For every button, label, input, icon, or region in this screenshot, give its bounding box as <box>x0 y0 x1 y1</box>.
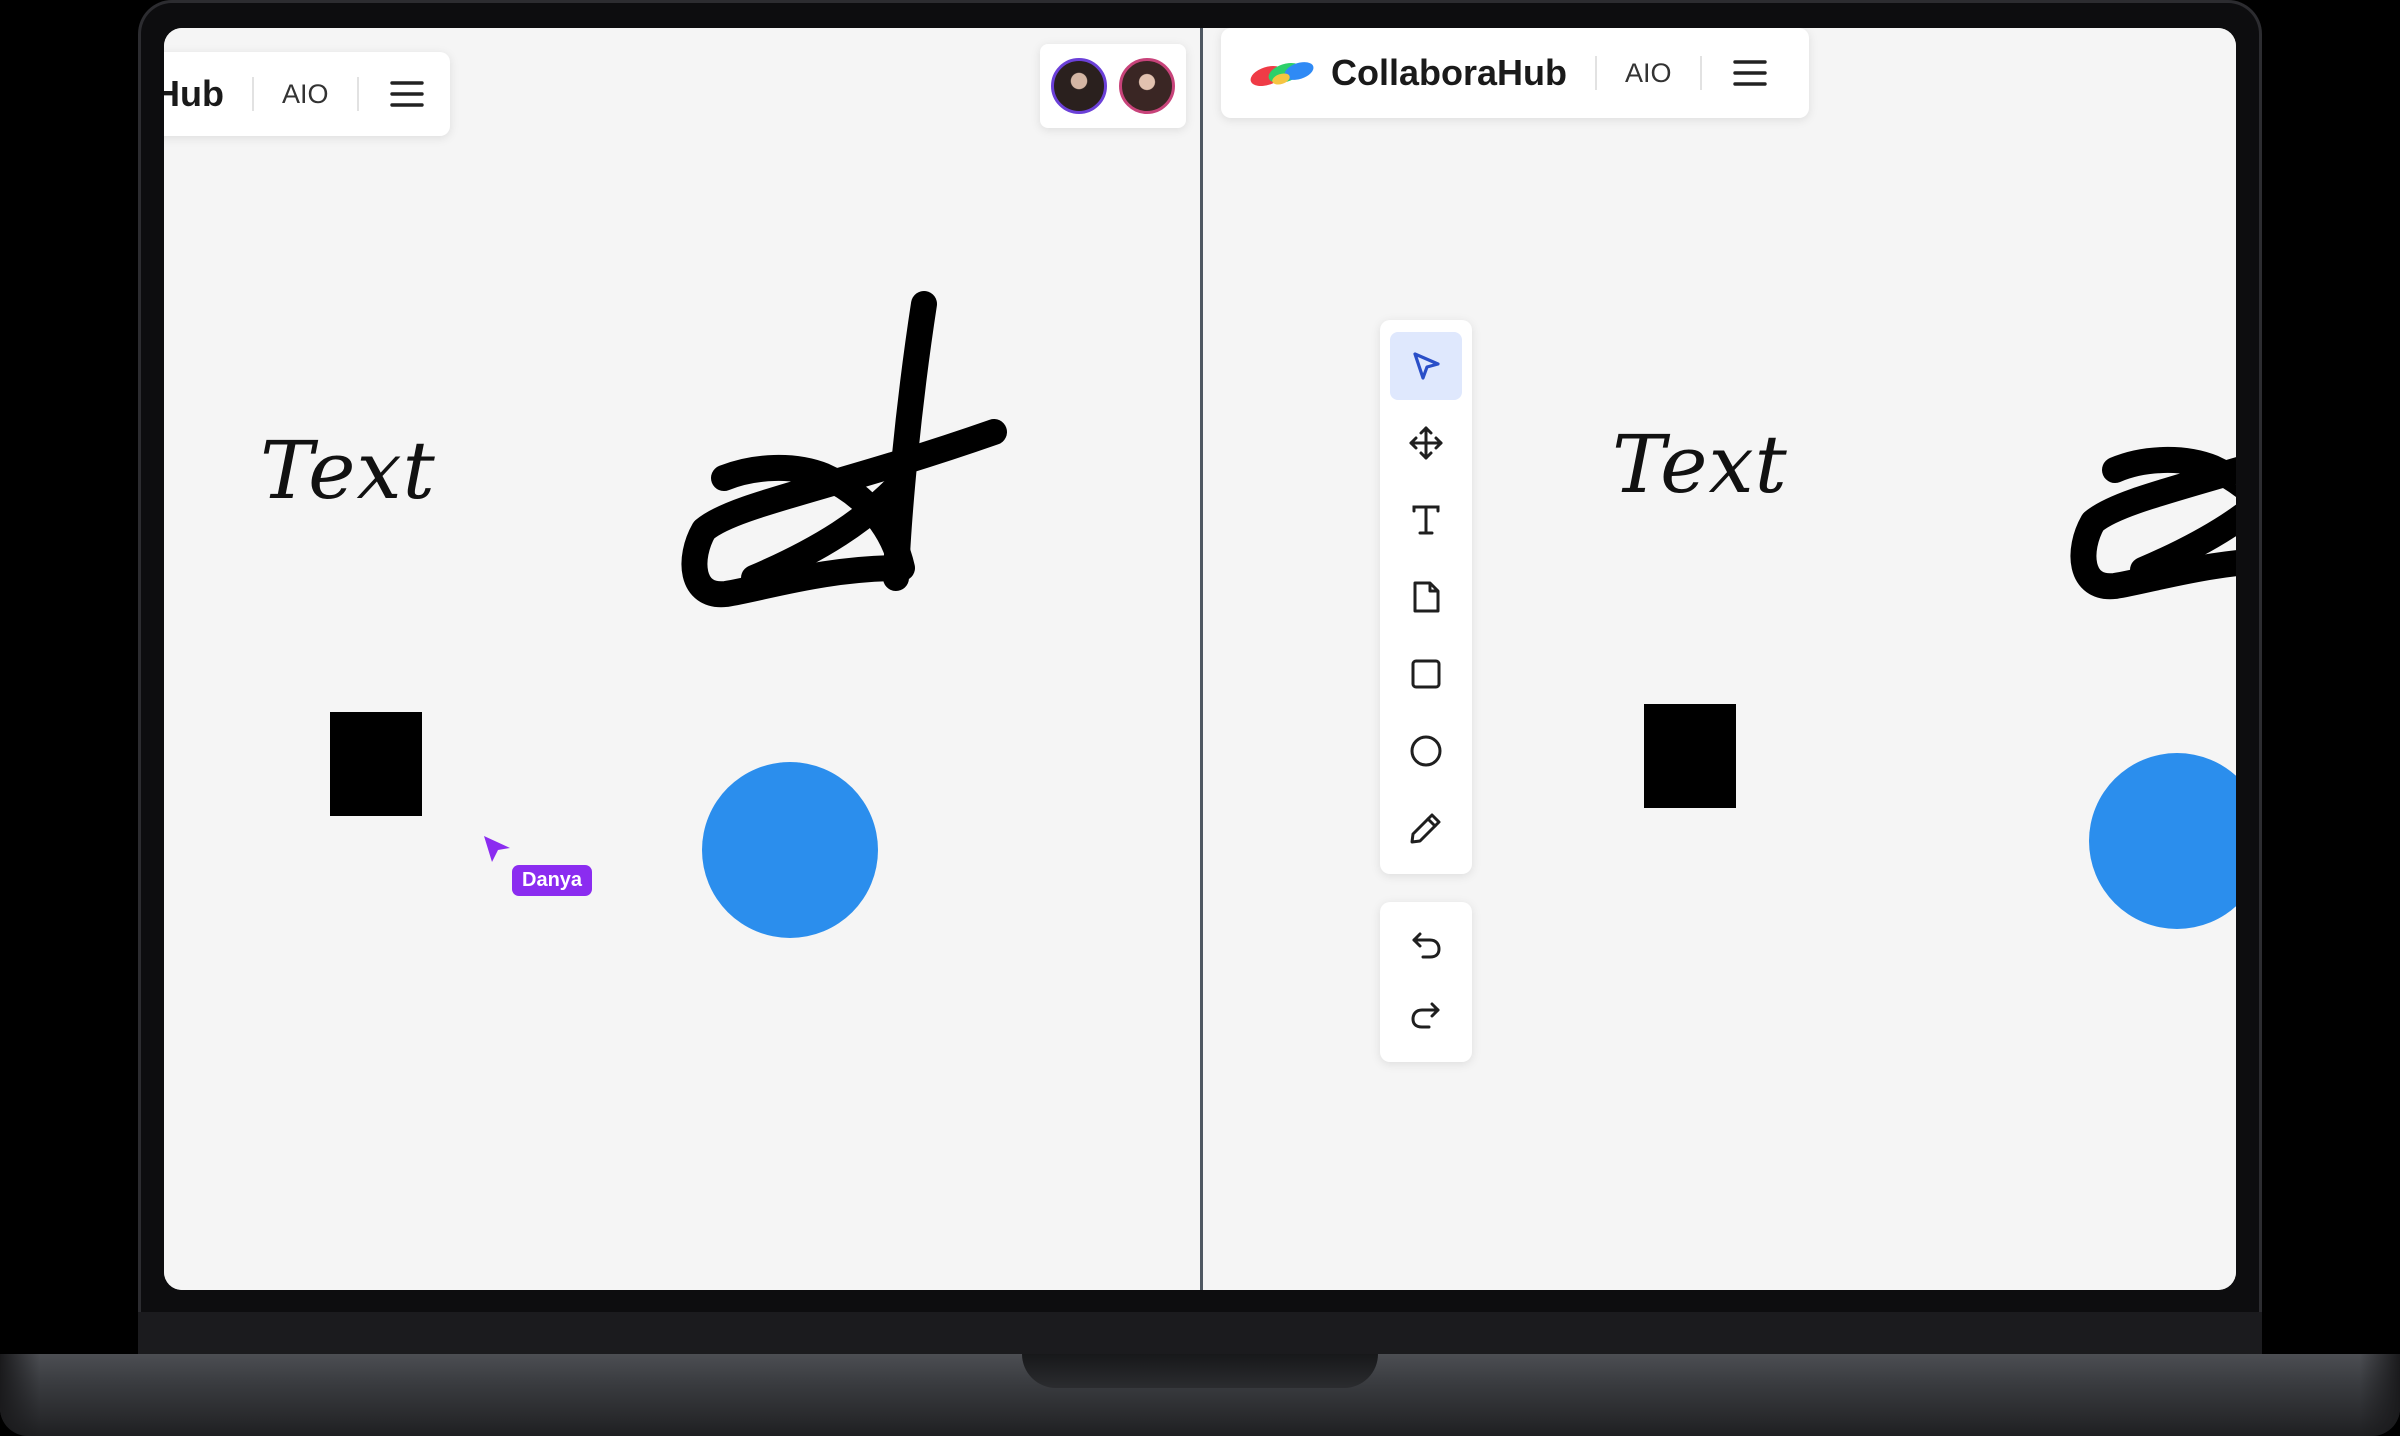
topbar-separator <box>1699 56 1702 90</box>
rectangle-shape[interactable] <box>1644 704 1736 808</box>
rectangle-icon <box>1411 659 1441 689</box>
undo-icon <box>1412 932 1441 959</box>
text-icon <box>1412 505 1440 535</box>
aio-label[interactable]: AIO <box>1625 58 1672 89</box>
move-icon <box>1409 426 1443 460</box>
brand-name: CollaboraHub <box>1331 52 1568 93</box>
text-tool-button[interactable] <box>1390 486 1462 554</box>
aio-label[interactable]: AIO <box>282 79 329 110</box>
freehand-stroke[interactable] <box>2043 260 2236 620</box>
circle-shape[interactable] <box>2089 753 2236 929</box>
note-icon <box>1413 581 1440 613</box>
topbar-separator <box>251 77 254 111</box>
laptop-screen: Hub AIO Text Danya CollaboraHub AIO Text <box>164 28 2236 1290</box>
canvas-text-element[interactable]: Text <box>260 424 436 517</box>
pencil-icon <box>1410 813 1441 844</box>
left-canvas-pane[interactable]: Hub AIO Text Danya <box>164 28 1200 1290</box>
laptop-hinge <box>138 1312 2262 1358</box>
canvas-text-element[interactable]: Text <box>1612 418 1788 511</box>
avatar[interactable] <box>1119 58 1175 114</box>
topbar-separator <box>1595 56 1598 90</box>
topbar-separator <box>356 77 359 111</box>
redo-button[interactable] <box>1390 982 1462 1050</box>
right-canvas-pane[interactable]: CollaboraHub AIO Text <box>1203 28 2236 1290</box>
select-icon <box>1413 352 1440 380</box>
select-tool-button[interactable] <box>1390 332 1462 400</box>
ellipse-icon <box>1410 735 1442 767</box>
right-topbar: CollaboraHub AIO <box>1221 28 1809 118</box>
menu-icon[interactable] <box>387 74 427 114</box>
left-topbar: Hub AIO <box>164 52 450 136</box>
ellipse-tool-button[interactable] <box>1390 717 1462 785</box>
history-toolbar <box>1380 902 1472 1062</box>
collaborator-avatars <box>1040 44 1186 128</box>
menu-icon[interactable] <box>1730 53 1770 93</box>
freehand-stroke[interactable] <box>664 268 1034 628</box>
collaborator-cursor-icon <box>484 836 510 862</box>
circle-shape[interactable] <box>702 762 878 938</box>
undo-button[interactable] <box>1390 912 1462 980</box>
avatar[interactable] <box>1051 58 1107 114</box>
redo-icon <box>1411 1002 1440 1029</box>
note-tool-button[interactable] <box>1390 563 1462 631</box>
drawing-toolbar <box>1380 320 1472 874</box>
rectangle-tool-button[interactable] <box>1390 640 1462 708</box>
brand-name-partial: Hub <box>164 73 224 114</box>
collaborator-cursor-label: Danya <box>512 865 593 896</box>
rectangle-shape[interactable] <box>330 712 422 816</box>
collaborahub-logo-icon[interactable] <box>1247 55 1317 91</box>
move-tool-button[interactable] <box>1390 409 1462 477</box>
laptop-notch <box>1022 1354 1378 1388</box>
pencil-tool-button[interactable] <box>1390 794 1462 862</box>
